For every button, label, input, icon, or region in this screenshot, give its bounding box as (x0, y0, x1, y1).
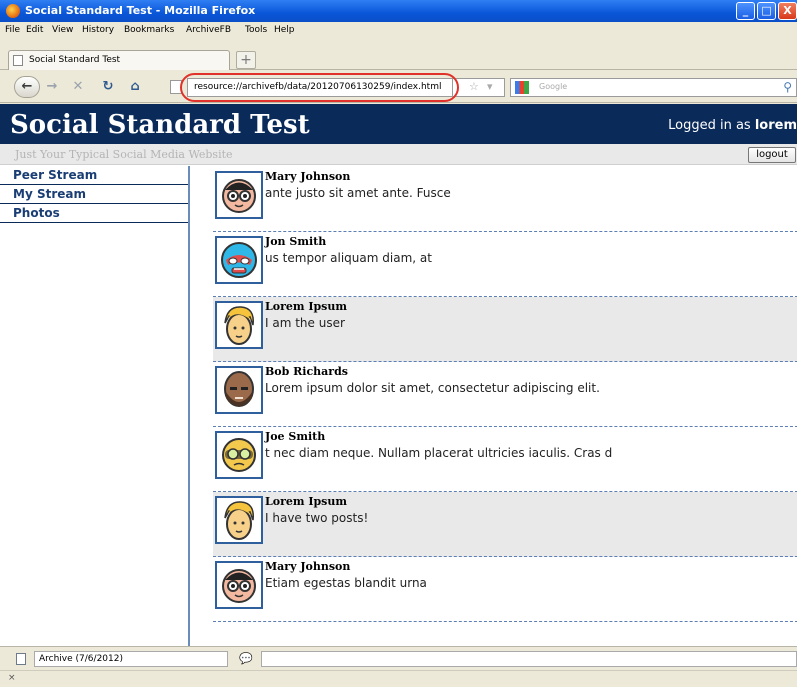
window-title: Social Standard Test - Mozilla Firefox (25, 4, 256, 17)
close-button[interactable]: X (778, 2, 797, 20)
status-text-field[interactable] (261, 651, 797, 667)
home-button[interactable]: ⌂ (124, 77, 146, 97)
document-icon (16, 653, 26, 665)
sidebar-item-my-stream[interactable]: My Stream (0, 185, 188, 204)
addon-bar: × (0, 670, 797, 687)
username: lorem (754, 118, 797, 133)
sub-header: Just Your Typical Social Media Website l… (0, 144, 797, 165)
back-button[interactable]: ← (14, 76, 40, 98)
stop-button[interactable]: ✕ (70, 77, 86, 97)
site-header: Social Standard Test Logged in as lorem (0, 104, 797, 144)
minimize-button[interactable]: _ (736, 2, 755, 20)
reload-button[interactable]: ↻ (97, 77, 119, 97)
url-highlight-annotation (180, 73, 459, 102)
tab-social-standard-test[interactable]: Social Standard Test (8, 50, 230, 70)
tagline: Just Your Typical Social Media Website (15, 148, 233, 161)
page-icon (13, 55, 23, 66)
post-author[interactable]: Jon Smith (265, 235, 326, 248)
post: Mary Johnson Etiam egestas blandit urna (213, 557, 797, 622)
page-content: Social Standard Test Logged in as lorem … (0, 104, 797, 646)
post-text: us tempor aliquam diam, at (265, 251, 432, 265)
post: Jon Smith us tempor aliquam diam, at (213, 232, 797, 297)
sidebar-item-peer-stream[interactable]: Peer Stream (0, 166, 188, 185)
post-author[interactable]: Mary Johnson (265, 560, 350, 573)
post-text: I have two posts! (265, 511, 369, 525)
search-input[interactable]: Google ⚲ (510, 78, 797, 97)
sidebar: Peer Stream My Stream Photos (0, 166, 190, 646)
menu-tools[interactable]: Tools (245, 25, 267, 35)
addon-bar-close-icon[interactable]: × (8, 673, 16, 683)
bald-bearded-face-avatar-icon[interactable] (215, 366, 263, 414)
site-title: Social Standard Test (10, 110, 310, 140)
post-author[interactable]: Lorem Ipsum (265, 495, 347, 508)
speech-bubble-icon[interactable]: 💬 (239, 652, 253, 665)
post-text: Lorem ipsum dolor sit amet, consectetur … (265, 381, 600, 395)
status-bar: Archive (7/6/2012) 💬 (0, 646, 797, 670)
goggles-face-avatar-icon[interactable] (215, 431, 263, 479)
post: Lorem Ipsum I am the user (213, 297, 797, 362)
nerd-face-avatar-icon[interactable] (215, 561, 263, 609)
sidebar-item-photos[interactable]: Photos (0, 204, 188, 223)
blonde-face-avatar-icon[interactable] (215, 496, 263, 544)
tab-strip: Social Standard Test + (0, 40, 797, 70)
tab-label: Social Standard Test (29, 55, 121, 65)
new-tab-button[interactable]: + (236, 51, 256, 69)
post-text: I am the user (265, 316, 345, 330)
post-feed: Mary Johnson ante justo sit amet ante. F… (213, 167, 797, 622)
post-text: ante justo sit amet ante. Fusce (265, 186, 451, 200)
url-bar-dropdown[interactable]: ☆ ▾ (453, 78, 505, 97)
forward-button[interactable]: → (45, 77, 59, 97)
menu-file[interactable]: File (5, 25, 20, 35)
maximize-button[interactable]: □ (757, 2, 776, 20)
nerd-face-avatar-icon[interactable] (215, 171, 263, 219)
post-text: Etiam egestas blandit urna (265, 576, 427, 590)
archive-field[interactable]: Archive (7/6/2012) (34, 651, 228, 667)
menu-help[interactable]: Help (274, 25, 295, 35)
title-bar: Social Standard Test - Mozilla Firefox _… (0, 0, 797, 22)
post: Joe Smith t nec diam neque. Nullam place… (213, 427, 797, 492)
menu-bar: File Edit View History Bookmarks Archive… (0, 22, 797, 40)
logout-button[interactable]: logout (748, 147, 796, 163)
login-status: Logged in as lorem (668, 118, 797, 133)
url-history-dropdown-icon[interactable]: ▾ (487, 80, 493, 93)
luchador-mask-avatar-icon[interactable] (215, 236, 263, 284)
post-author[interactable]: Mary Johnson (265, 170, 350, 183)
post-author[interactable]: Joe Smith (265, 430, 325, 443)
menu-view[interactable]: View (52, 25, 73, 35)
post: Bob Richards Lorem ipsum dolor sit amet,… (213, 362, 797, 427)
menu-edit[interactable]: Edit (26, 25, 43, 35)
browser-window: Social Standard Test - Mozilla Firefox _… (0, 0, 797, 687)
post-author[interactable]: Bob Richards (265, 365, 348, 378)
blonde-face-avatar-icon[interactable] (215, 301, 263, 349)
post-author[interactable]: Lorem Ipsum (265, 300, 347, 313)
firefox-logo-icon (6, 4, 20, 18)
menu-history[interactable]: History (82, 25, 114, 35)
logged-in-label: Logged in as (668, 118, 751, 133)
search-icon[interactable]: ⚲ (783, 80, 792, 94)
google-icon[interactable] (515, 81, 529, 94)
bookmark-star-icon[interactable]: ☆ (469, 80, 479, 93)
post: Mary Johnson ante justo sit amet ante. F… (213, 167, 797, 232)
search-placeholder: Google (539, 82, 568, 91)
navigation-toolbar: ← → ✕ ↻ ⌂ resource://archivefb/data/2012… (0, 71, 797, 103)
post-text: t nec diam neque. Nullam placerat ultric… (265, 446, 613, 460)
post: Lorem Ipsum I have two posts! (213, 492, 797, 557)
menu-bookmarks[interactable]: Bookmarks (124, 25, 174, 35)
menu-archivefb[interactable]: ArchiveFB (186, 25, 231, 35)
